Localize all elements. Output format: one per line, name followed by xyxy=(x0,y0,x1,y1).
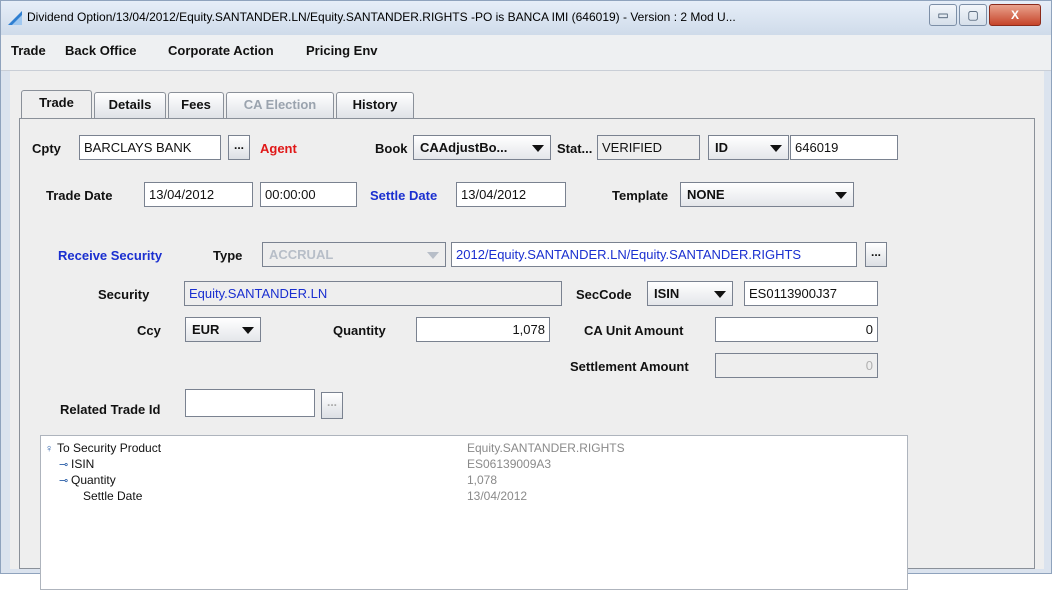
tab-ca-election[interactable]: CA Election xyxy=(226,92,334,118)
seccode-field[interactable]: ES0113900J37 xyxy=(744,281,878,306)
chevron-down-icon xyxy=(714,291,726,298)
id-field[interactable]: 646019 xyxy=(790,135,898,160)
key-icon: ⊸ xyxy=(59,459,69,471)
settlement-amount-label: Settlement Amount xyxy=(570,359,689,374)
menu-pricing-env[interactable]: Pricing Env xyxy=(306,43,378,58)
template-label: Template xyxy=(612,188,669,203)
menu-back-office[interactable]: Back Office xyxy=(65,43,137,58)
tree-value: 13/04/2012 xyxy=(467,489,528,503)
tree-key: Settle Date xyxy=(83,489,143,503)
security-product-tree: ♀ To Security Product Equity.SANTANDER.RI… xyxy=(40,435,908,590)
type-value: ACCRUAL xyxy=(269,247,334,262)
tree-row[interactable]: Settle Date 13/04/2012 xyxy=(41,488,907,504)
settle-date-field[interactable]: 13/04/2012 xyxy=(456,182,566,207)
title-bar[interactable]: Dividend Option/13/04/2012/Equity.SANTAN… xyxy=(1,1,1051,35)
quantity-field[interactable]: 1,078 xyxy=(416,317,550,342)
main-window: Dividend Option/13/04/2012/Equity.SANTAN… xyxy=(0,0,1052,590)
window-title: Dividend Option/13/04/2012/Equity.SANTAN… xyxy=(27,10,736,24)
seccode-type-select[interactable]: ISIN xyxy=(647,281,733,306)
type-label: Type xyxy=(213,248,243,263)
agent-label: Agent xyxy=(260,141,297,156)
close-button[interactable]: X xyxy=(989,4,1041,26)
cpty-browse-button[interactable]: ... xyxy=(228,135,250,160)
trade-date-label: Trade Date xyxy=(46,188,113,203)
id-type-select[interactable]: ID xyxy=(708,135,789,160)
cpty-label: Cpty xyxy=(32,141,61,156)
ccy-label: Ccy xyxy=(137,323,161,338)
settle-date-label: Settle Date xyxy=(370,188,438,203)
template-select[interactable]: NONE xyxy=(680,182,854,207)
template-value: NONE xyxy=(687,187,725,202)
related-trade-browse-button: ... xyxy=(321,392,343,419)
tree-row[interactable]: ⊸ Quantity 1,078 xyxy=(41,472,907,488)
security-path-field[interactable]: 2012/Equity.SANTANDER.LN/Equity.SANTANDE… xyxy=(451,242,857,267)
book-label: Book xyxy=(375,141,408,156)
chevron-down-icon xyxy=(770,145,782,152)
receive-security-label: Receive Security xyxy=(58,248,163,263)
maximize-button[interactable]: ▢ xyxy=(959,4,987,26)
seccode-label: SecCode xyxy=(576,287,632,302)
trade-tab-panel: Cpty BARCLAYS BANK ... Agent Book CAAdju… xyxy=(19,118,1035,590)
seccode-type-value: ISIN xyxy=(654,286,680,301)
related-trade-id-label: Related Trade Id xyxy=(60,402,161,417)
security-field: Equity.SANTANDER.LN xyxy=(184,281,562,306)
quantity-label: Quantity xyxy=(333,323,386,338)
chevron-down-icon xyxy=(427,252,439,259)
related-trade-id-field[interactable] xyxy=(185,389,315,417)
status-field: VERIFIED xyxy=(597,135,700,160)
menu-trade[interactable]: Trade xyxy=(11,43,46,58)
tree-key: ⊸ Quantity xyxy=(59,473,116,487)
ccy-value: EUR xyxy=(192,322,220,337)
app-logo-icon xyxy=(8,11,22,25)
tree-key: ♀ To Security Product xyxy=(45,441,162,455)
tab-details[interactable]: Details xyxy=(94,92,166,118)
id-type-value: ID xyxy=(715,140,728,155)
key-icon: ⊸ xyxy=(59,475,69,487)
tab-fees[interactable]: Fees xyxy=(168,92,224,118)
tab-history[interactable]: History xyxy=(336,92,414,118)
ca-unit-amount-field[interactable]: 0 xyxy=(715,317,878,342)
tree-row[interactable]: ⊸ ISIN ES06139009A3 xyxy=(41,456,907,472)
ccy-select[interactable]: EUR xyxy=(185,317,261,342)
menu-corporate-action[interactable]: Corporate Action xyxy=(168,43,274,58)
chevron-down-icon xyxy=(532,145,544,152)
tab-trade[interactable]: Trade xyxy=(21,90,92,119)
tree-row[interactable]: ♀ To Security Product Equity.SANTANDER.RI… xyxy=(41,440,907,456)
status-label: Stat... xyxy=(557,141,593,156)
tree-value: Equity.SANTANDER.RIGHTS xyxy=(467,441,625,455)
chevron-down-icon xyxy=(835,192,847,199)
pin-icon: ♀ xyxy=(45,443,54,455)
type-select: ACCRUAL xyxy=(262,242,446,267)
book-value: CAAdjustBo... xyxy=(420,140,508,155)
ca-unit-amount-label: CA Unit Amount xyxy=(584,323,684,338)
book-select[interactable]: CAAdjustBo... xyxy=(413,135,551,160)
tree-value: ES06139009A3 xyxy=(467,457,552,471)
minimize-button[interactable]: ▭ xyxy=(929,4,957,26)
security-label: Security xyxy=(98,287,150,302)
menu-bar: Trade Back Office Corporate Action Prici… xyxy=(1,35,1051,71)
security-browse-button[interactable]: ... xyxy=(865,242,887,267)
trade-date-field[interactable]: 13/04/2012 xyxy=(144,182,253,207)
cpty-field[interactable]: BARCLAYS BANK xyxy=(79,135,221,160)
settlement-amount-field: 0 xyxy=(715,353,878,378)
chevron-down-icon xyxy=(242,327,254,334)
trade-time-field[interactable]: 00:00:00 xyxy=(260,182,357,207)
tree-value: 1,078 xyxy=(467,473,498,487)
content-area: Trade Details Fees CA Election History C… xyxy=(10,71,1044,590)
tree-key: ⊸ ISIN xyxy=(59,457,95,471)
